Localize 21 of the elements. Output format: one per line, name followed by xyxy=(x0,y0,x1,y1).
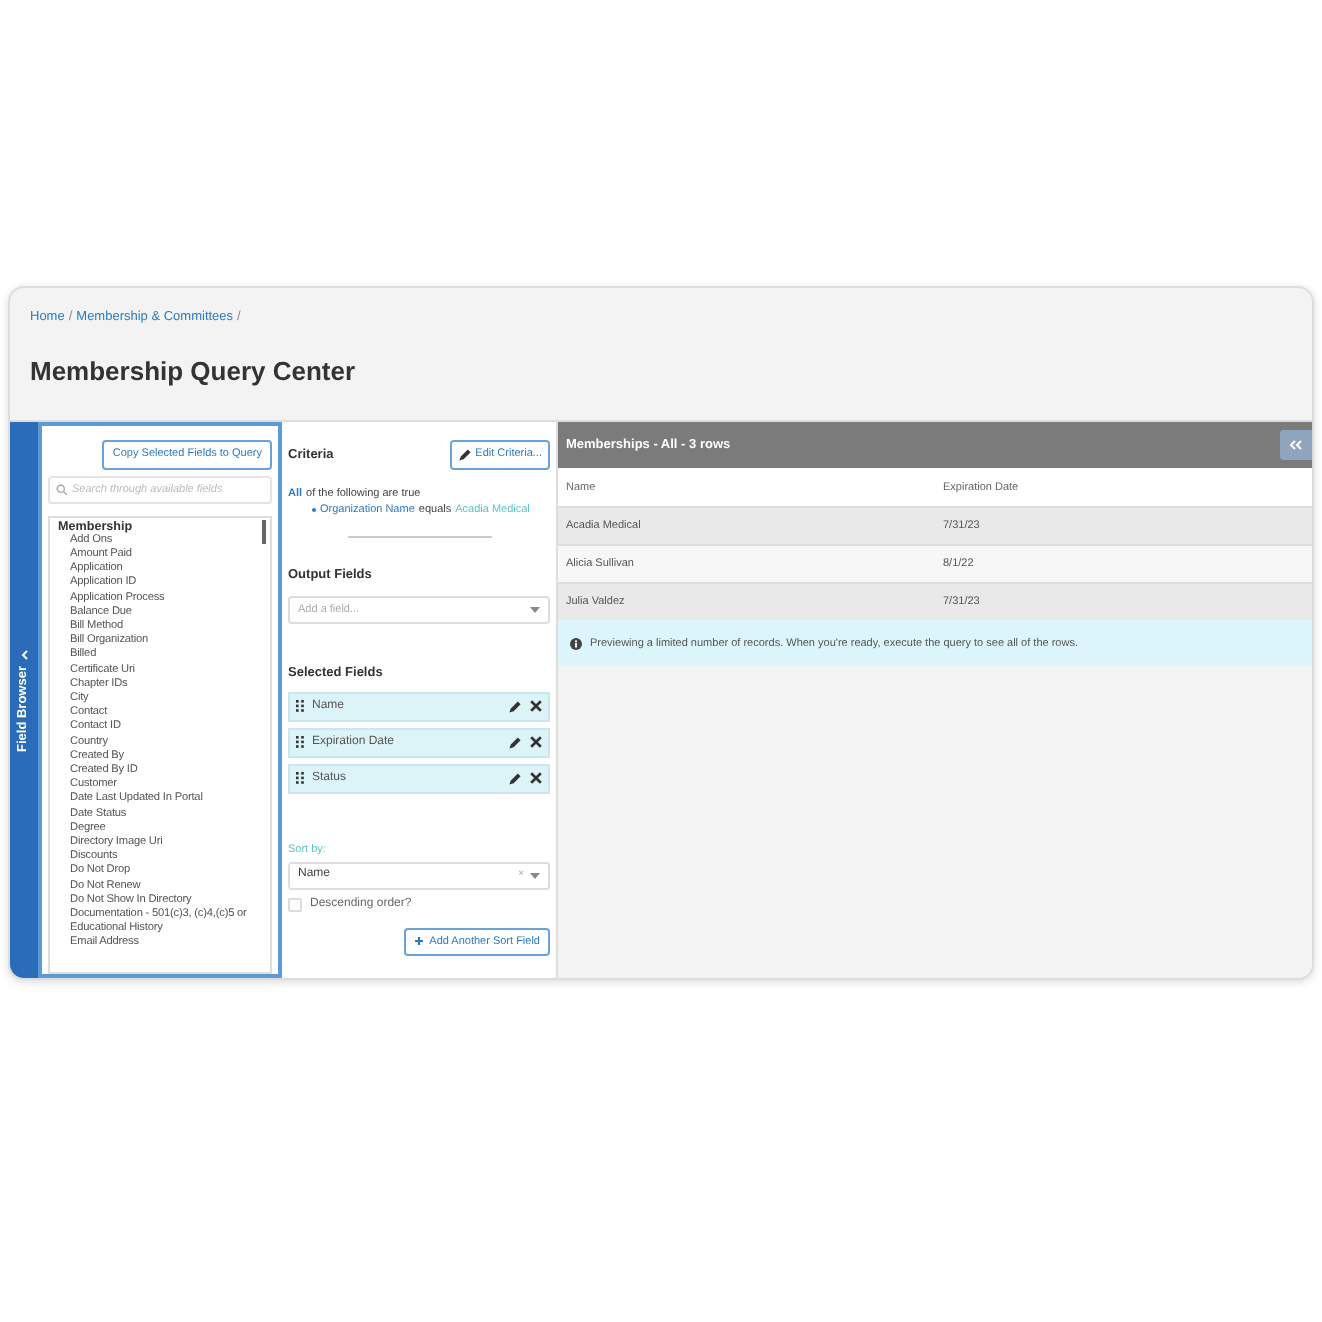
pencil-icon[interactable] xyxy=(457,447,472,462)
caret-icon xyxy=(530,871,540,880)
plus-icon xyxy=(413,936,424,947)
descending-checkbox[interactable] xyxy=(288,897,302,912)
double-chevron-left-icon xyxy=(1290,440,1302,451)
collapse-button[interactable] xyxy=(1280,430,1312,461)
drag-handle-icon xyxy=(296,700,304,712)
info-icon xyxy=(570,637,582,650)
pencil-icon[interactable] xyxy=(508,699,522,713)
chevron-left-icon xyxy=(19,649,29,660)
drag-handle-icon xyxy=(296,736,304,748)
pencil-icon[interactable] xyxy=(508,771,522,785)
pencil-icon[interactable] xyxy=(508,735,522,749)
close-icon[interactable] xyxy=(530,736,542,748)
search-icon xyxy=(56,483,68,495)
caret-icon xyxy=(530,605,540,614)
close-icon[interactable] xyxy=(530,700,542,712)
scrollbar-thumb[interactable] xyxy=(262,519,266,543)
drag-handle-icon xyxy=(296,772,304,784)
close-icon[interactable] xyxy=(530,772,542,784)
page-title: Membership Query Center xyxy=(28,353,358,390)
